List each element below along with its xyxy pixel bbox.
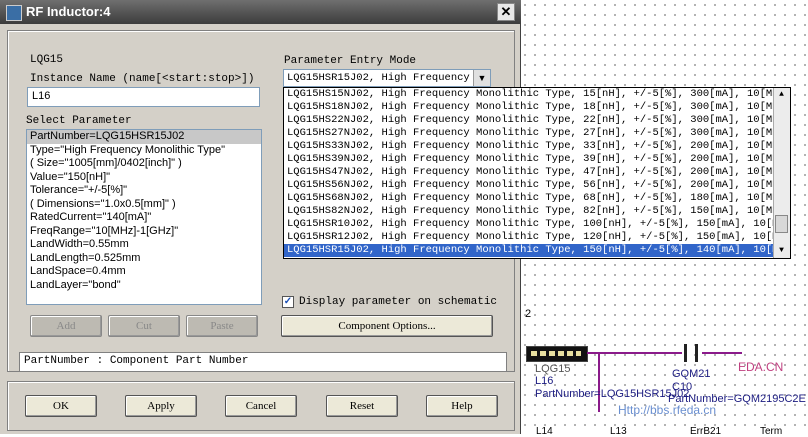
inductor-part-label: PartNumber=LQG15HSR15J02 (535, 388, 690, 400)
parameter-item[interactable]: PartNumber=LQG15HSR15J02 (27, 130, 261, 144)
component-options-button[interactable]: Component Options... (281, 315, 493, 337)
schematic-bottom-label: L14 (536, 426, 553, 437)
parameter-item[interactable]: ( Size="1005[mm]/0402[inch]" ) (27, 157, 261, 171)
title-bar[interactable]: RF Inductor:4 ✕ (0, 0, 521, 24)
entry-mode-option[interactable]: LQG15HS56NJ02, High Frequency Monolithic… (284, 179, 790, 192)
wire-segment-vertical (598, 352, 600, 412)
entry-mode-option[interactable]: LQG15HSR10J02, High Frequency Monolithic… (284, 218, 790, 231)
inductor-instance-label: L16 (535, 375, 554, 387)
entry-mode-option[interactable]: LQG15HS18NJ02, High Frequency Monolithic… (284, 101, 790, 114)
entry-mode-dropdown-list[interactable]: LQG15HS15NJ02, High Frequency Monolithic… (283, 87, 791, 259)
watermark-text: EDA.CN (738, 360, 784, 374)
parameter-item[interactable]: Value="150[nH]" (27, 171, 261, 185)
watermark-url: Http://bbs.rfeda.cn (618, 403, 717, 417)
close-button[interactable]: ✕ (497, 3, 515, 21)
entry-mode-selected-value: LQG15HSR15J02, High Frequency M (287, 72, 473, 84)
parameter-item[interactable]: RatedCurrent="140[mA]" (27, 211, 261, 225)
chevron-down-icon[interactable]: ▼ (473, 70, 490, 86)
scroll-down-icon[interactable]: ▼ (774, 244, 789, 258)
select-parameter-label: Select Parameter (26, 115, 132, 127)
scrollbar-thumb[interactable] (775, 215, 788, 233)
ok-button[interactable]: OK (25, 395, 97, 417)
parameter-entry-mode-select[interactable]: LQG15HSR15J02, High Frequency M ▼ (283, 69, 491, 87)
wire-segment-cap (702, 352, 742, 354)
parameter-list[interactable]: PartNumber=LQG15HSR15J02 Type="High Freq… (26, 129, 262, 305)
instance-name-input[interactable]: L16 (27, 87, 260, 107)
app-icon (6, 5, 22, 21)
apply-button[interactable]: Apply (125, 395, 197, 417)
instance-name-label: Instance Name (name[<start:stop>]) (30, 73, 255, 85)
parameter-item[interactable]: LandLength=0.525mm (27, 252, 261, 266)
inductor-name-label: LQG15 (535, 363, 571, 375)
reset-button[interactable]: Reset (326, 395, 398, 417)
schematic-bottom-label: Term (760, 426, 783, 437)
schematic-bottom-label: ErrB21 (690, 426, 722, 437)
display-parameter-checkbox[interactable]: ✓ (282, 296, 294, 308)
entry-mode-option[interactable]: LQG15HS15NJ02, High Frequency Monolithic… (284, 88, 790, 101)
schematic-marker: 2 (525, 308, 532, 320)
scroll-up-icon[interactable]: ▲ (774, 88, 789, 102)
entry-mode-option[interactable]: LQG15HS68NJ02, High Frequency Monolithic… (284, 192, 790, 205)
parameter-item[interactable]: Type="High Frequency Monolithic Type" (27, 144, 261, 158)
entry-mode-option[interactable]: LQG15HS27NJ02, High Frequency Monolithic… (284, 127, 790, 140)
dropdown-scrollbar[interactable]: ▲ ▼ (773, 88, 790, 258)
paste-button[interactable]: Paste (186, 315, 258, 337)
parameter-item[interactable]: LandWidth=0.55mm (27, 238, 261, 252)
parameter-item[interactable]: FreqRange="10[MHz]-1[GHz]" (27, 225, 261, 239)
cut-button[interactable]: Cut (108, 315, 180, 337)
entry-mode-option[interactable]: LQG15HS39NJ02, High Frequency Monolithic… (284, 153, 790, 166)
display-parameter-label: Display parameter on schematic (299, 296, 498, 308)
entry-mode-option[interactable]: LQG15HSR12J02, High Frequency Monolithic… (284, 231, 790, 244)
wire-segment (587, 352, 682, 354)
parameter-item[interactable]: LandLayer="bond" (27, 279, 261, 293)
parameter-item[interactable]: LandSpace=0.4mm (27, 265, 261, 279)
entry-mode-option[interactable]: LQG15HS82NJ02, High Frequency Monolithic… (284, 205, 790, 218)
entry-mode-option-selected[interactable]: LQG15HSR15J02, High Frequency Monolithic… (284, 244, 790, 257)
entry-mode-option[interactable]: LQG15HS33NJ02, High Frequency Monolithic… (284, 140, 790, 153)
parameter-item[interactable]: ( Dimensions="1.0x0.5[mm]" ) (27, 198, 261, 212)
parameter-entry-mode-label: Parameter Entry Mode (284, 55, 417, 67)
status-text: PartNumber : Component Part Number (19, 352, 507, 372)
capacitor-symbol[interactable] (682, 344, 702, 362)
capacitor-name-label: GQM21 (672, 368, 711, 380)
inductor-symbol[interactable] (526, 346, 588, 362)
component-name: LQG15 (30, 54, 64, 66)
cancel-button[interactable]: Cancel (225, 395, 297, 417)
add-button[interactable]: Add (30, 315, 102, 337)
parameter-item[interactable]: Tolerance="+/-5[%]" (27, 184, 261, 198)
entry-mode-option[interactable]: LQG15HS47NJ02, High Frequency Monolithic… (284, 166, 790, 179)
window-title: RF Inductor:4 (26, 4, 111, 19)
schematic-bottom-label: L13 (610, 426, 627, 437)
entry-mode-option[interactable]: LQG15HS22NJ02, High Frequency Monolithic… (284, 114, 790, 127)
capacitor-instance-label: C10 (672, 381, 693, 393)
help-button[interactable]: Help (426, 395, 498, 417)
